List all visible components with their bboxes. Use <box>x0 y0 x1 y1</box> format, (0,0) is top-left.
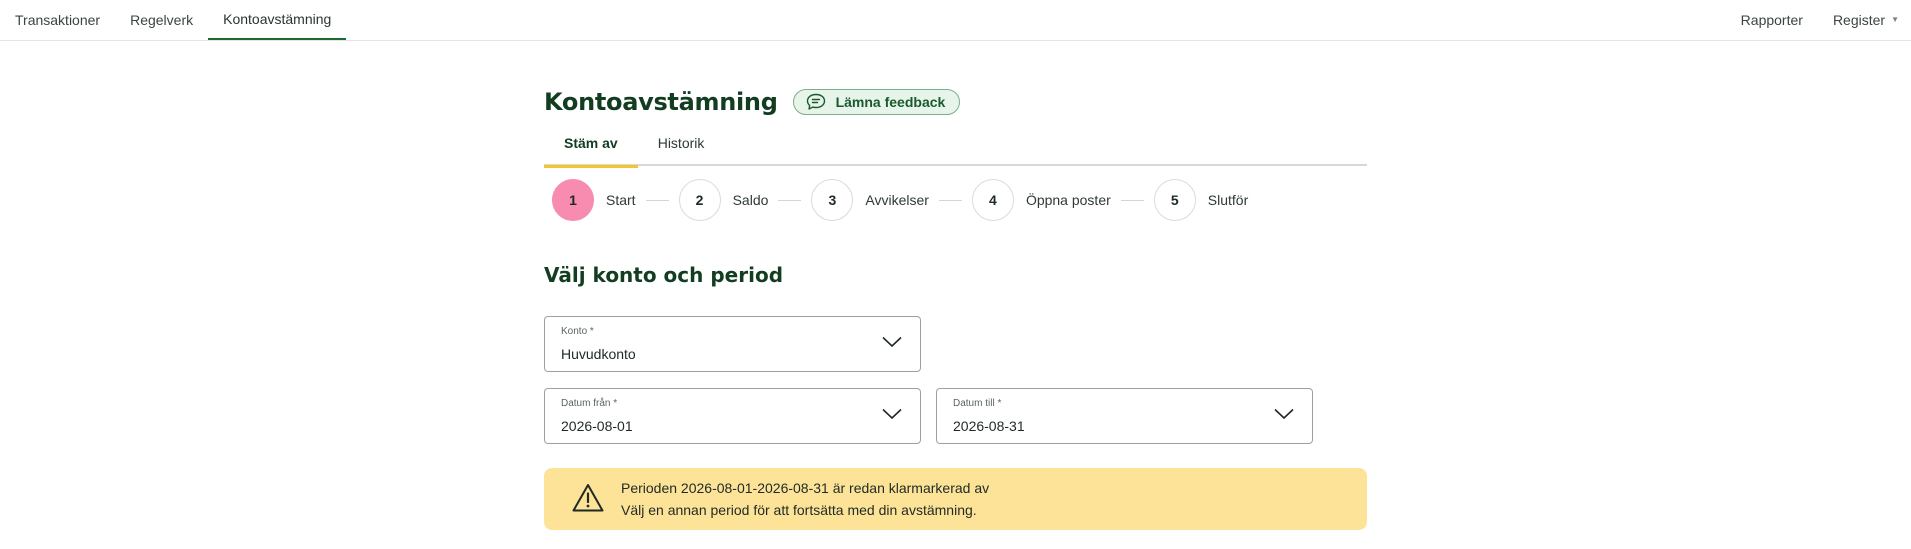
step-number: 2 <box>678 179 721 221</box>
step-label: Start <box>606 192 636 208</box>
step-oppna-poster[interactable]: 4 Öppna poster <box>971 179 1111 221</box>
step-label: Slutför <box>1207 192 1249 208</box>
date-to-select[interactable]: Datum till * 2026-08-31 <box>936 388 1313 444</box>
step-number: 4 <box>971 179 1014 221</box>
nav-item-regelverk[interactable]: Regelverk <box>115 0 208 40</box>
alert-message-line2: Välj en annan period för att fortsätta m… <box>621 502 977 518</box>
step-saldo[interactable]: 2 Saldo <box>678 179 769 221</box>
nav-item-register-label: Register <box>1832 11 1886 28</box>
account-select-value: Huvudkonto <box>561 346 636 362</box>
step-avvikelser[interactable]: 3 Avvikelser <box>811 179 929 221</box>
chat-bubble-icon <box>806 93 825 110</box>
date-from-select[interactable]: Datum från * 2026-08-01 <box>544 388 921 444</box>
nav-right: Rapporter Register ▼ <box>1726 0 1911 41</box>
account-select[interactable]: Konto * Huvudkonto <box>544 316 921 372</box>
step-start[interactable]: 1 Start <box>552 179 636 221</box>
account-select-label: Konto * <box>561 326 594 337</box>
tab-bar: Stäm av Historik <box>544 128 1367 168</box>
chevron-down-icon <box>1274 408 1294 420</box>
nav-item-kontoavstamning[interactable]: Kontoavstämning <box>208 0 347 40</box>
nav-item-rapporter[interactable]: Rapporter <box>1726 0 1818 40</box>
date-to-label: Datum till * <box>953 398 1002 409</box>
nav-item-transaktioner[interactable]: Transaktioner <box>0 0 115 40</box>
step-label: Öppna poster <box>1025 192 1111 208</box>
caret-down-icon: ▼ <box>1891 15 1899 24</box>
top-navigation: Transaktioner Regelverk Kontoavstämning … <box>0 0 1911 41</box>
section-title: Välj konto och period <box>544 263 784 287</box>
step-label: Saldo <box>732 192 769 208</box>
tab-stam-av[interactable]: Stäm av <box>544 128 638 168</box>
date-to-value: 2026-08-31 <box>953 418 1025 434</box>
step-connector <box>778 199 802 201</box>
date-from-value: 2026-08-01 <box>561 418 633 434</box>
step-connector <box>645 199 669 201</box>
warning-alert: Perioden 2026-08-01-2026-08-31 är redan … <box>544 468 1367 530</box>
feedback-button[interactable]: Lämna feedback <box>792 89 961 115</box>
step-number: 1 <box>552 179 594 221</box>
chevron-down-icon <box>882 336 902 348</box>
step-slutfor[interactable]: 5 Slutför <box>1153 179 1249 221</box>
date-from-label: Datum från * <box>561 398 618 409</box>
nav-left: Transaktioner Regelverk Kontoavstämning <box>0 0 347 41</box>
warning-triangle-icon <box>572 484 604 512</box>
title-row: Kontoavstämning Lämna feedback <box>544 88 961 116</box>
page-title: Kontoavstämning <box>544 88 778 116</box>
nav-item-register[interactable]: Register ▼ <box>1818 0 1911 40</box>
tab-historik[interactable]: Historik <box>638 128 725 166</box>
chevron-down-icon <box>882 408 902 420</box>
tab-historik-label: Historik <box>657 135 705 151</box>
step-number: 5 <box>1153 179 1196 221</box>
step-label: Avvikelser <box>865 192 929 208</box>
stepper: 1 Start 2 Saldo 3 Avvikelser 4 Öppna pos… <box>552 179 1248 221</box>
tab-stam-av-label: Stäm av <box>564 135 618 151</box>
step-connector <box>938 199 962 201</box>
alert-message-line1: Perioden 2026-08-01-2026-08-31 är redan … <box>621 480 990 496</box>
feedback-button-label: Lämna feedback <box>835 94 946 110</box>
step-number: 3 <box>811 179 854 221</box>
step-connector <box>1120 199 1144 201</box>
